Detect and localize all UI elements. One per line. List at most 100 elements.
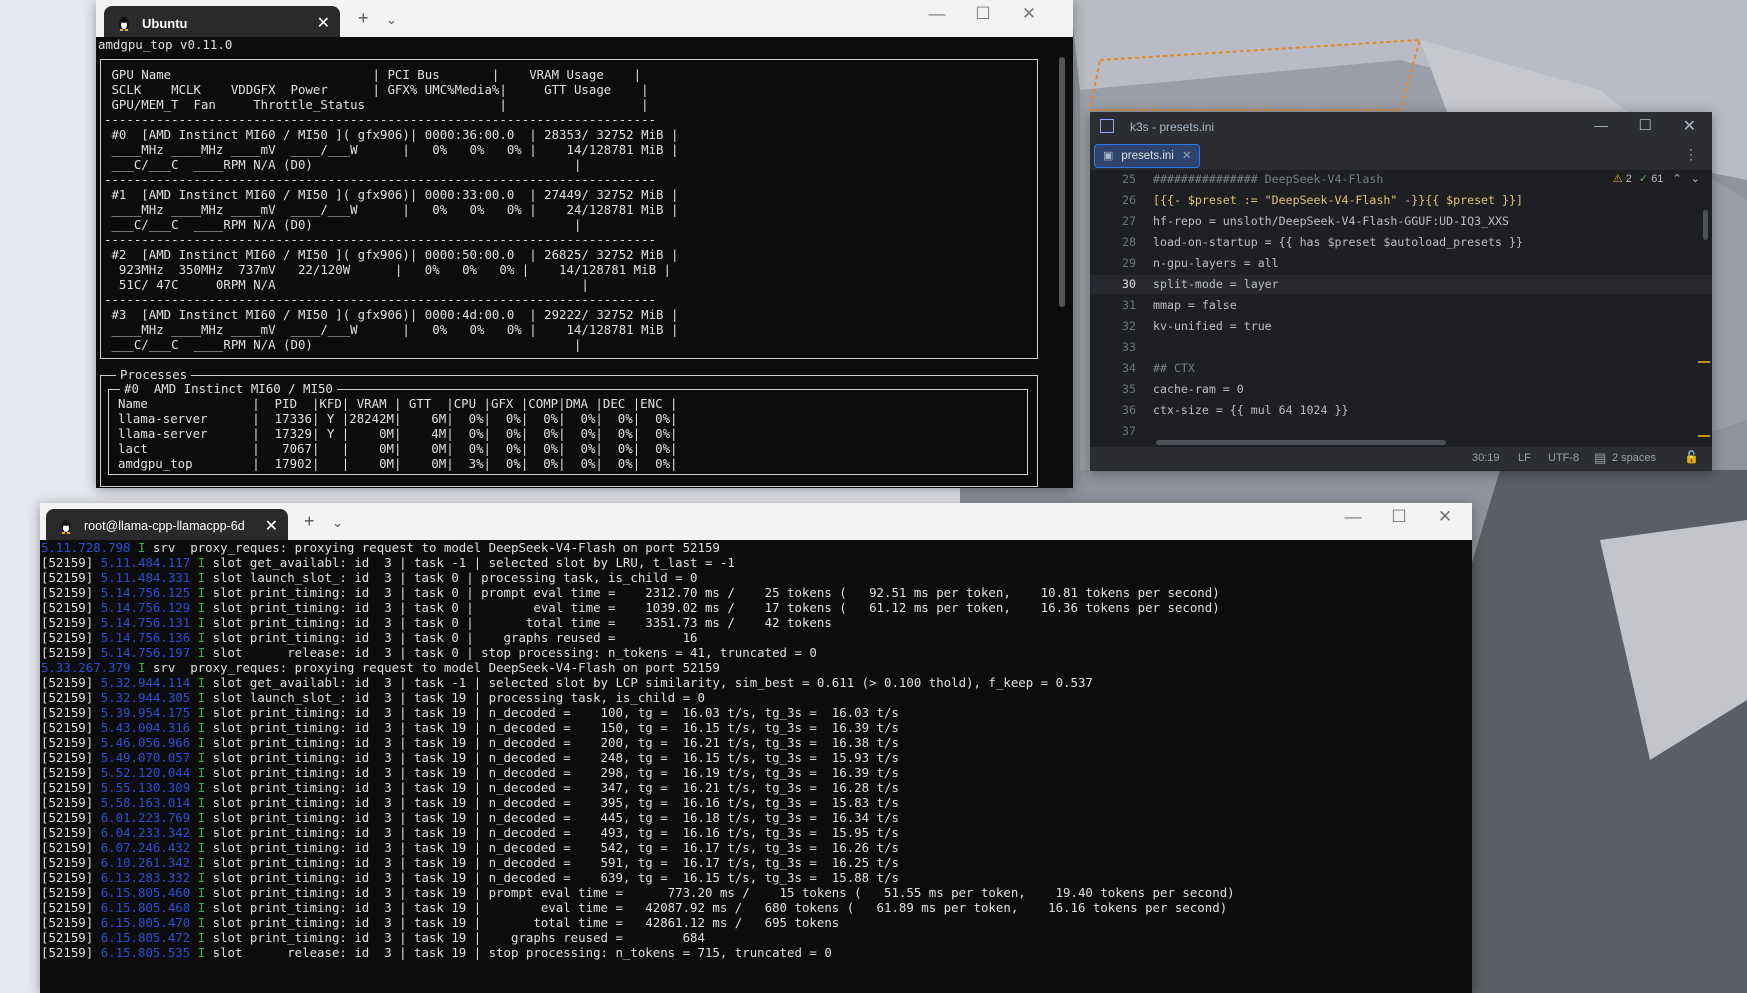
line-ending[interactable]: LF	[1518, 452, 1531, 464]
gpu-table-line: ____MHz ____MHz ____mV ____/___W | 0% 0%…	[104, 142, 679, 157]
log-prefix: [52159]	[41, 555, 101, 570]
line-text: hf-repo = unsloth/DeepSeek-V4-Flash-GGUF…	[1153, 214, 1509, 228]
code-line: 34 ## CTX	[1090, 359, 1712, 378]
log-timestamp: 5.14.756.131	[100, 615, 191, 630]
maximize-icon[interactable]: ☐	[1376, 507, 1422, 527]
error-stripe-mark	[1698, 435, 1710, 437]
terminal-titlebar: root@llama-cpp-llamacpp-6d ✕ + ⌄ — ☐ ✕	[40, 503, 1472, 543]
editor-tab-bar: ▣ presets.ini ✕ ⋮	[1090, 142, 1712, 171]
inspection-widget[interactable]: ⚠ 2 ✓ 61 ⌃ ⌄	[1613, 172, 1700, 185]
log-timestamp: 6.13.283.332	[100, 870, 191, 885]
log-line: [52159] 5.46.056.966 I slot print_timing…	[41, 735, 1472, 750]
minimize-icon[interactable]: —	[914, 4, 960, 24]
log-timestamp: 5.49.070.057	[100, 750, 191, 765]
indent-setting[interactable]: 2 spaces	[1612, 452, 1656, 464]
maximize-icon[interactable]: ☐	[1639, 116, 1652, 134]
terminal-titlebar: Ubuntu ✕ + ⌄ — ☐ ✕	[96, 0, 1073, 40]
llama-log-output: 5.11.728.798 I srv proxy_reques: proxyin…	[40, 540, 1472, 993]
cursor-position[interactable]: 30:19	[1472, 452, 1500, 464]
scrollbar[interactable]	[1059, 57, 1065, 307]
tab-presets-ini[interactable]: ▣ presets.ini ✕	[1094, 144, 1201, 168]
close-window-icon[interactable]: ✕	[1422, 507, 1468, 527]
line-text: cache-ram = 0	[1153, 382, 1244, 396]
code-line: 30 split-mode = layer	[1090, 275, 1712, 294]
horizontal-scrollbar[interactable]	[1156, 440, 1446, 445]
log-message: slot print_timing: id 3 | task 19 | n_de…	[205, 855, 899, 870]
log-prefix: [52159]	[41, 855, 101, 870]
log-prefix: [52159]	[41, 615, 101, 630]
log-line: [52159] 5.39.954.175 I slot print_timing…	[41, 705, 1472, 720]
close-window-icon[interactable]: ✕	[1006, 4, 1052, 24]
log-prefix: [52159]	[41, 870, 101, 885]
log-timestamp: 6.15.805.535	[100, 945, 191, 960]
file-encoding[interactable]: UTF-8	[1548, 452, 1579, 464]
line-number: 27	[1122, 214, 1136, 228]
log-prefix: [52159]	[41, 780, 101, 795]
tab-title: root@llama-cpp-llamacpp-6d	[84, 519, 245, 533]
log-timestamp: 6.15.805.460	[100, 885, 191, 900]
log-line: [52159] 5.43.004.316 I slot print_timing…	[41, 720, 1472, 735]
code-line: 35 cache-ram = 0	[1090, 380, 1712, 399]
tux-icon	[116, 15, 132, 31]
chevron-down-icon[interactable]: ⌄	[1691, 173, 1700, 185]
log-timestamp: 5.55.130.309	[100, 780, 191, 795]
log-message: slot print_timing: id 3 | task 0 | graph…	[205, 630, 698, 645]
llama-log-terminal-window: root@llama-cpp-llamacpp-6d ✕ + ⌄ — ☐ ✕ 5…	[40, 503, 1472, 993]
log-line: [52159] 6.15.805.472 I slot print_timing…	[41, 930, 1472, 945]
log-line: [52159] 5.11.484.331 I slot launch_slot_…	[41, 570, 1472, 585]
log-timestamp: 6.10.261.342	[100, 855, 191, 870]
minimize-icon[interactable]: —	[1330, 507, 1376, 527]
close-tab-icon[interactable]: ✕	[317, 13, 330, 33]
log-line: [52159] 5.14.756.129 I slot print_timing…	[41, 600, 1472, 615]
close-tab-icon[interactable]: ✕	[265, 516, 278, 536]
lock-icon[interactable]: 🔓	[1684, 450, 1699, 464]
log-prefix: [52159]	[41, 915, 101, 930]
log-message: slot release: id 3 | task 0 | stop proce…	[205, 645, 817, 660]
close-tab-icon[interactable]: ✕	[1182, 145, 1192, 167]
log-prefix: [52159]	[41, 765, 101, 780]
new-tab-plus-icon[interactable]: +	[358, 8, 369, 29]
log-timestamp: 5.52.120.044	[100, 765, 191, 780]
line-text: ############### DeepSeek-V4-Flash	[1153, 172, 1384, 186]
minimize-icon[interactable]: —	[1594, 117, 1608, 133]
new-tab-plus-icon[interactable]: +	[304, 511, 315, 532]
tab-ubuntu[interactable]: Ubuntu ✕	[104, 6, 340, 40]
vertical-scrollbar[interactable]	[1703, 210, 1708, 240]
log-message: slot print_timing: id 3 | task 19 | n_de…	[205, 825, 899, 840]
log-line: [52159] 5.14.756.197 I slot release: id …	[41, 645, 1472, 660]
log-line: [52159] 5.32.944.305 I slot launch_slot_…	[41, 690, 1472, 705]
log-prefix: [52159]	[41, 945, 101, 960]
line-text: kv-unified = true	[1153, 319, 1272, 333]
gpu-table-line: 923MHz 350MHz 737mV 22/120W | 0% 0% 0% |…	[104, 262, 671, 277]
more-options-icon[interactable]: ⋮	[1684, 146, 1698, 163]
gpu-table-line: ----------------------------------------…	[104, 292, 657, 307]
log-timestamp: 6.07.246.432	[100, 840, 191, 855]
chevron-down-icon[interactable]: ⌄	[386, 12, 397, 28]
log-message: slot print_timing: id 3 | task 0 | eval …	[205, 600, 1220, 615]
tab-root-llama[interactable]: root@llama-cpp-llamacpp-6d ✕	[46, 509, 288, 543]
gpu-table-line: #3 [AMD Instinct MI60 / MI50 ]( gfx906)|…	[104, 307, 679, 322]
log-message: slot print_timing: id 3 | task 19 | n_de…	[205, 750, 899, 765]
log-message: slot print_timing: id 3 | task 19 | prom…	[205, 885, 1235, 900]
log-line: [52159] 6.13.283.332 I slot print_timing…	[41, 870, 1472, 885]
close-window-icon[interactable]: ✕	[1683, 116, 1696, 136]
log-line: [52159] 6.15.805.460 I slot print_timing…	[41, 885, 1472, 900]
log-message: slot print_timing: id 3 | task 19 | n_de…	[205, 780, 899, 795]
line-text: load-on-startup = {{ has $preset $autolo…	[1153, 235, 1523, 249]
code-editor[interactable]: 25 ############### DeepSeek-V4-Flash 26 [{{…	[1090, 170, 1712, 447]
processes-title: Processes	[116, 367, 192, 382]
log-line: [52159] 6.01.223.769 I slot print_timing…	[41, 810, 1472, 825]
log-message: slot print_timing: id 3 | task 19 | n_de…	[205, 720, 899, 735]
log-line: [52159] 5.55.130.309 I slot print_timing…	[41, 780, 1472, 795]
chevron-up-icon[interactable]: ⌃	[1673, 173, 1682, 185]
processes-header: Name | PID |KFD| VRAM | GTT |CPU |GFX |C…	[118, 396, 678, 411]
chevron-down-icon[interactable]: ⌄	[332, 515, 343, 531]
gpu-table-line: GPU/MEM_T Fan Throttle_Status | |	[104, 97, 649, 112]
log-message: slot print_timing: id 3 | task 19 | n_de…	[205, 765, 899, 780]
log-prefix: [52159]	[41, 705, 101, 720]
log-line: [52159] 5.14.756.136 I slot print_timing…	[41, 630, 1472, 645]
log-prefix: [52159]	[41, 750, 101, 765]
log-message: slot print_timing: id 3 | task 19 | eval…	[205, 900, 1228, 915]
log-timestamp: 5.32.944.114	[100, 675, 191, 690]
maximize-icon[interactable]: ☐	[960, 4, 1006, 24]
